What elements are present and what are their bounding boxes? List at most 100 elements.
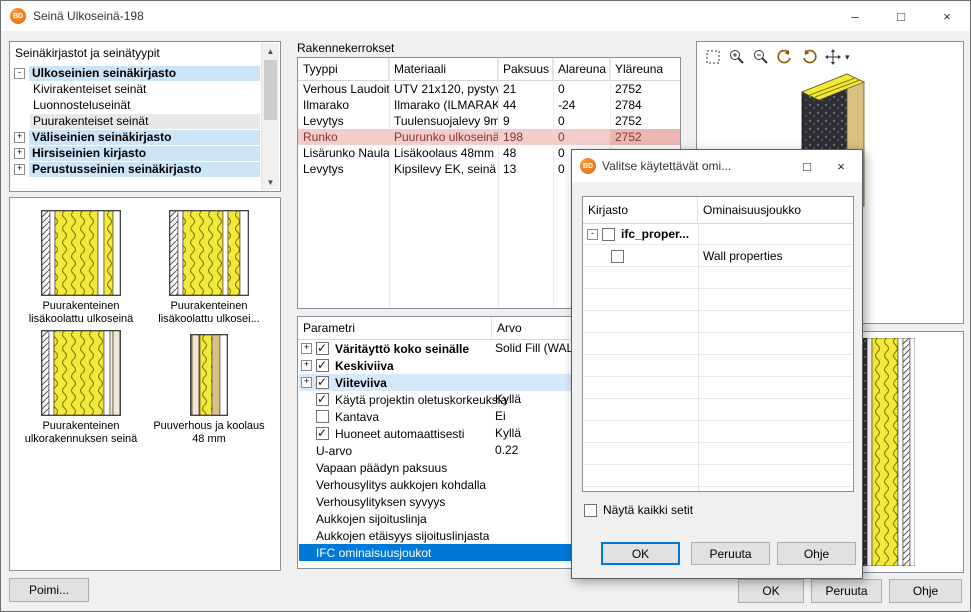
param-label: Kantava [335, 410, 379, 424]
expand-icon[interactable]: + [301, 377, 312, 388]
tree-item-luonnosteluseinat[interactable]: Luonnosteluseinät [12, 97, 260, 113]
tree-item-puurakenteiset-seinat[interactable]: Puurakenteiset seinät [12, 113, 260, 129]
layer-thickness-cell[interactable]: 198 [498, 129, 553, 145]
layer-bottom-cell[interactable]: 0 [553, 129, 610, 145]
expand-icon[interactable]: + [301, 360, 312, 371]
layer-type-cell[interactable]: Runko [298, 129, 389, 145]
tree-item-hirsiseinien-kirjasto[interactable]: + Hirsiseinien kirjasto [12, 145, 260, 161]
layer-material-cell[interactable]: UTV 21x120, pystyv... [389, 81, 498, 97]
wall-type-thumbnail[interactable]: Puuverhous ja koolaus 48 mm [148, 334, 270, 446]
collapse-icon[interactable]: - [14, 68, 25, 79]
pan-icon[interactable] [823, 47, 843, 67]
checkbox-checked-icon[interactable] [316, 342, 329, 355]
layer-top-cell[interactable]: 2752 [610, 113, 680, 129]
ok-button[interactable]: OK [738, 579, 804, 603]
show-all-sets-label: Näytä kaikki setit [603, 503, 693, 517]
app-icon: BD [10, 8, 26, 24]
rotate-right-icon[interactable] [799, 47, 819, 67]
param-value[interactable]: 0.22 [495, 442, 518, 459]
tree-item-label: Kivirakenteiset seinät [30, 82, 149, 97]
layer-type-cell[interactable]: Verhous Laudoit... [298, 81, 389, 97]
maximize-icon[interactable]: □ [878, 1, 924, 31]
param-value[interactable]: Kyllä [495, 391, 521, 408]
wall-type-thumbnail[interactable]: Puurakenteinen ulkorakennuksen seinä [20, 330, 142, 446]
layer-type-cell[interactable]: Levytys [298, 113, 389, 129]
param-label: Väritäyttö koko seinälle [335, 342, 469, 356]
tree-item-valiseinien-seinakirjasto[interactable]: + Väliseinien seinäkirjasto [12, 129, 260, 145]
show-all-sets-row[interactable]: Näytä kaikki setit [584, 503, 693, 517]
layer-row[interactable]: Levytys Tuulensuojalevy 9m... 9 0 2752 [298, 113, 680, 129]
expand-icon[interactable]: + [14, 148, 25, 159]
dialog-help-button[interactable]: Ohje [777, 542, 856, 565]
param-value[interactable]: Solid Fill (WAL [495, 340, 573, 357]
expand-icon[interactable]: + [14, 164, 25, 175]
param-value[interactable]: Ei [495, 408, 506, 425]
close-icon[interactable]: × [924, 1, 970, 31]
expand-icon[interactable]: + [301, 343, 312, 354]
layer-row[interactable]: Verhous Laudoit... UTV 21x120, pystyv...… [298, 81, 680, 97]
checkbox-checked-icon[interactable] [316, 376, 329, 389]
cancel-button[interactable]: Peruuta [811, 579, 882, 603]
property-set-row[interactable]: Wall properties [585, 245, 853, 267]
param-value[interactable]: Kyllä [495, 425, 521, 442]
checkbox-checked-icon[interactable] [316, 427, 329, 440]
property-set-row[interactable]: - ifc_proper... [585, 223, 853, 245]
layer-material-cell[interactable]: Lisäkoolaus 48mm (... [389, 145, 498, 161]
scroll-up-icon[interactable]: ▲ [262, 43, 279, 59]
maximize-icon[interactable]: □ [790, 150, 824, 182]
layer-row-selected[interactable]: Runko Puurunko ulkoseinä ... 198 0 2752 [298, 129, 680, 145]
tree-item-kivirakenteiset-seinat[interactable]: Kivirakenteiset seinät [12, 81, 260, 97]
tree-header: Seinäkirjastot ja seinätyypit [15, 46, 160, 60]
layer-material-cell[interactable]: Kipsilevy EK, seinä ... [389, 161, 498, 177]
layer-material-cell[interactable]: Puurunko ulkoseinä ... [389, 129, 498, 145]
dialog-ok-button[interactable]: OK [601, 542, 680, 565]
layer-bottom-cell[interactable]: 0 [553, 113, 610, 129]
layer-material-cell[interactable]: Tuulensuojalevy 9m... [389, 113, 498, 129]
layer-top-cell[interactable]: 2752 [610, 129, 680, 145]
layer-thickness-cell[interactable]: 13 [498, 161, 553, 177]
layer-top-cell[interactable]: 2784 [610, 97, 680, 113]
layer-thickness-cell[interactable]: 48 [498, 145, 553, 161]
layer-thickness-cell[interactable]: 9 [498, 113, 553, 129]
layer-thickness-cell[interactable]: 44 [498, 97, 553, 113]
zoom-window-icon[interactable] [703, 47, 723, 67]
tree-item-perustusseinien-seinakirjasto[interactable]: + Perustusseinien seinäkirjasto [12, 161, 260, 177]
rotate-left-icon[interactable] [775, 47, 795, 67]
checkbox-unchecked-icon[interactable] [611, 250, 624, 263]
checkbox-unchecked-icon[interactable] [316, 410, 329, 423]
layer-type-cell[interactable]: Ilmarako [298, 97, 389, 113]
layer-material-cell[interactable]: Ilmarako (ILMARAKO) [389, 97, 498, 113]
zoom-out-icon[interactable] [751, 47, 771, 67]
checkbox-checked-icon[interactable] [316, 359, 329, 372]
checkbox-unchecked-icon[interactable] [602, 228, 615, 241]
wall-type-thumbnail[interactable]: Puurakenteinen lisäkoolattu ulkosei... [148, 210, 270, 326]
checkbox-unchecked-icon[interactable] [584, 504, 597, 517]
layer-top-cell[interactable]: 2752 [610, 81, 680, 97]
tree-item-ulkoseinien-seinakirjasto[interactable]: - Ulkoseinien seinäkirjasto [12, 65, 260, 81]
select-property-sets-dialog: BD Valitse käytettävät omi... □ × Kirjas… [571, 149, 863, 579]
layer-type-cell[interactable]: Levytys [298, 161, 389, 177]
zoom-in-icon[interactable] [727, 47, 747, 67]
wall-section-preview-image [855, 338, 915, 566]
param-label: Aukkojen sijoituslinja [316, 512, 427, 526]
dialog-cancel-button[interactable]: Peruuta [691, 542, 770, 565]
minimize-icon[interactable]: – [832, 1, 878, 31]
dropdown-arrow-icon[interactable]: ▾ [845, 52, 850, 63]
poimi-button[interactable]: Poimi... [9, 578, 89, 602]
layer-thickness-cell[interactable]: 21 [498, 81, 553, 97]
tree-scrollbar[interactable]: ▲ ▼ [261, 43, 279, 190]
layer-row[interactable]: Ilmarako Ilmarako (ILMARAKO) 44 -24 2784 [298, 97, 680, 113]
close-icon[interactable]: × [824, 150, 858, 182]
scrollbar-thumb[interactable] [264, 60, 277, 120]
checkbox-checked-icon[interactable] [316, 393, 329, 406]
scroll-down-icon[interactable]: ▼ [262, 174, 279, 190]
wall-section-image [41, 210, 121, 296]
layer-bottom-cell[interactable]: -24 [553, 97, 610, 113]
wall-type-thumbnail[interactable]: Puurakenteinen lisäkoolattu ulkoseinä [20, 210, 142, 326]
layer-bottom-cell[interactable]: 0 [553, 81, 610, 97]
layer-type-cell[interactable]: Lisärunko Naula... [298, 145, 389, 161]
collapse-icon[interactable]: - [587, 229, 598, 240]
help-button[interactable]: Ohje [889, 579, 962, 603]
tree-item-label: Puurakenteiset seinät [30, 114, 260, 129]
expand-icon[interactable]: + [14, 132, 25, 143]
